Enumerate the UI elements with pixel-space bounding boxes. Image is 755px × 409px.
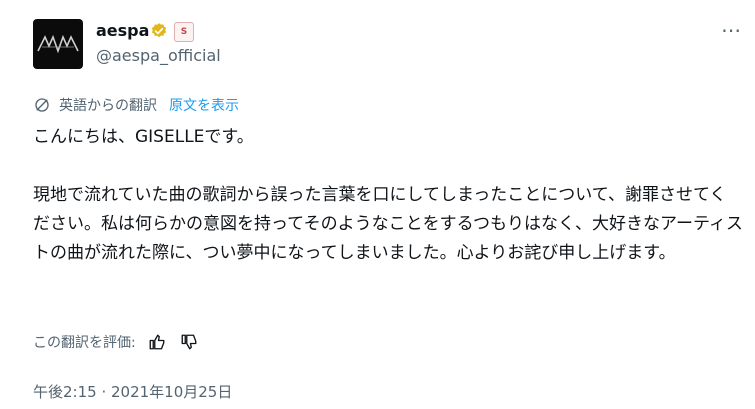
display-name[interactable]: aespa	[96, 21, 149, 40]
affiliate-badge[interactable]: S	[174, 22, 194, 42]
thumbs-down-icon[interactable]	[178, 331, 200, 353]
rate-translation-row: この翻訳を評価:	[33, 331, 200, 353]
aespa-logo-icon	[37, 34, 79, 54]
avatar[interactable]	[33, 19, 83, 69]
translation-row: 英語からの翻訳 原文を表示	[33, 95, 239, 115]
post-timestamp[interactable]: 午後2:15 · 2021年10月25日	[33, 381, 232, 402]
translation-label: 英語からの翻訳	[59, 98, 157, 114]
post-greeting: こんにちは、GISELLEです。	[33, 127, 254, 147]
handle[interactable]: @aespa_official	[96, 46, 221, 65]
rate-label: この翻訳を評価:	[33, 335, 136, 351]
thumbs-up-icon[interactable]	[146, 331, 168, 353]
more-horizontal-icon[interactable]: ⋯	[719, 18, 743, 42]
post-text: こんにちは、GISELLEです。 現地で流れていた曲の歌詞から誤った言葉を口にし…	[33, 123, 743, 268]
show-original-link[interactable]: 原文を表示	[169, 95, 239, 115]
translate-globe-icon	[35, 98, 49, 112]
verified-badge-icon	[151, 23, 167, 38]
post-paragraph: 現地で流れていた曲の歌詞から誤った言葉を口にしてしまったことについて、謝罪させて…	[33, 185, 743, 263]
